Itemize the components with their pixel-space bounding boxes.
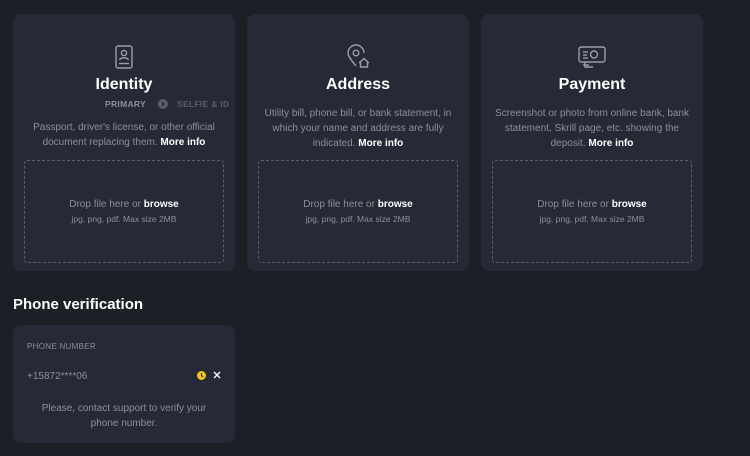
drop-label: Drop file here or	[69, 199, 141, 210]
card-description: Utility bill, phone bill, or bank statem…	[261, 106, 455, 151]
payment-card: Payment Screenshot or photo from online …	[481, 14, 703, 271]
phone-support-note: Please, contact support to verify your p…	[41, 403, 207, 429]
drop-label: Drop file here or	[537, 199, 609, 210]
file-dropzone[interactable]: Drop file here or browse jpg, png, pdf. …	[24, 160, 224, 263]
browse-link[interactable]: browse	[378, 199, 413, 210]
phone-section-title: Phone verification	[13, 296, 144, 313]
card-description: Passport, driver's license, or other off…	[27, 120, 221, 150]
dropzone-text: Drop file here or browse	[25, 199, 223, 210]
more-info-link[interactable]: More info	[588, 138, 633, 149]
dropzone-text: Drop file here or browse	[259, 199, 457, 210]
drop-label: Drop file here or	[303, 199, 375, 210]
card-title: Address	[325, 76, 391, 93]
file-dropzone[interactable]: Drop file here or browse jpg, png, pdf. …	[258, 160, 458, 263]
chevron-right-icon	[157, 99, 168, 109]
more-info-link[interactable]: More info	[160, 137, 205, 148]
phone-number-field[interactable]: +15872****06	[27, 371, 87, 382]
dropzone-hint: jpg, png, pdf. Max size 2MB	[305, 214, 411, 224]
identity-card: Identity PRIMARY SELFIE & ID Passport, d…	[13, 14, 235, 271]
card-title: Payment	[558, 76, 626, 93]
address-card: Address Utility bill, phone bill, or ban…	[247, 14, 469, 271]
file-dropzone[interactable]: Drop file here or browse jpg, png, pdf. …	[492, 160, 692, 263]
phone-label: PHONE NUMBER	[27, 342, 96, 351]
dropzone-hint: jpg, png, pdf. Max size 2MB	[539, 214, 645, 224]
dropzone-hint: jpg, png, pdf. Max size 2MB	[71, 214, 177, 224]
browse-link[interactable]: browse	[144, 199, 179, 210]
card-title: Identity	[95, 76, 153, 93]
close-icon[interactable]	[212, 370, 222, 380]
pending-icon	[197, 371, 206, 380]
id-card-icon	[111, 44, 137, 70]
more-info-link[interactable]: More info	[358, 138, 403, 149]
dropzone-text: Drop file here or browse	[493, 199, 691, 210]
phone-card: PHONE NUMBER +15872****06 Please, contac…	[13, 325, 235, 443]
browse-link[interactable]: browse	[612, 199, 647, 210]
card-description: Screenshot or photo from online bank, ba…	[495, 106, 689, 151]
location-home-icon	[345, 44, 371, 70]
step-primary[interactable]: PRIMARY	[105, 99, 146, 109]
step-selfie-id[interactable]: SELFIE & ID	[177, 99, 229, 109]
payment-icon	[577, 44, 607, 70]
step-indicator: PRIMARY SELFIE & ID	[105, 99, 229, 109]
